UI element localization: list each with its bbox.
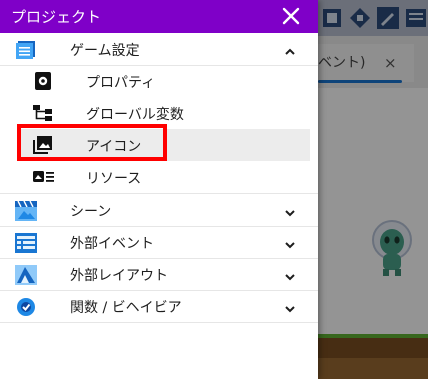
- chevron-down-icon[interactable]: [284, 300, 296, 313]
- chevron-down-icon[interactable]: [284, 204, 296, 217]
- chevron-down-icon[interactable]: [284, 236, 296, 249]
- drawer-title: プロジェクト: [11, 8, 102, 26]
- sub-item-label: グローバル変数: [86, 107, 184, 123]
- sub-item-properties[interactable]: プロパティ: [0, 65, 318, 97]
- close-icon[interactable]: [280, 5, 302, 27]
- drawer-header: プロジェクト: [0, 0, 318, 33]
- external-layout-icon: [15, 265, 37, 285]
- section-functions-behaviors[interactable]: 関数 / ビヘイビア: [0, 290, 318, 323]
- section-label: 外部イベント: [70, 236, 154, 252]
- sub-item-resources[interactable]: リソース: [0, 161, 318, 194]
- section-label: 外部レイアウト: [70, 268, 168, 284]
- variables-tree-icon: [33, 104, 53, 122]
- section-label: 関数 / ビヘイビア: [70, 300, 182, 316]
- section-external-events[interactable]: 外部イベント: [0, 226, 318, 259]
- selection-highlight-box: [17, 124, 167, 161]
- resources-icon: [33, 168, 54, 186]
- section-scenes[interactable]: シーン: [0, 194, 318, 227]
- section-label: シーン: [70, 204, 112, 220]
- project-drawer: プロジェクト ゲーム設定 プロパティ グローバル変数 アイコン リソース シーン…: [0, 0, 318, 379]
- sub-item-label: プロパティ: [86, 75, 156, 91]
- scene-clapper-icon: [15, 200, 37, 221]
- chevron-down-icon[interactable]: [284, 268, 296, 281]
- section-external-layouts[interactable]: 外部レイアウト: [0, 258, 318, 291]
- sub-item-label: リソース: [86, 171, 142, 187]
- section-game-settings[interactable]: ゲーム設定: [0, 33, 318, 66]
- settings-list-icon: [15, 40, 35, 59]
- external-events-icon: [15, 233, 37, 253]
- section-label: ゲーム設定: [70, 43, 140, 59]
- chevron-up-icon[interactable]: [284, 43, 296, 55]
- extension-gear-icon: [15, 297, 35, 316]
- gear-icon: [33, 72, 53, 90]
